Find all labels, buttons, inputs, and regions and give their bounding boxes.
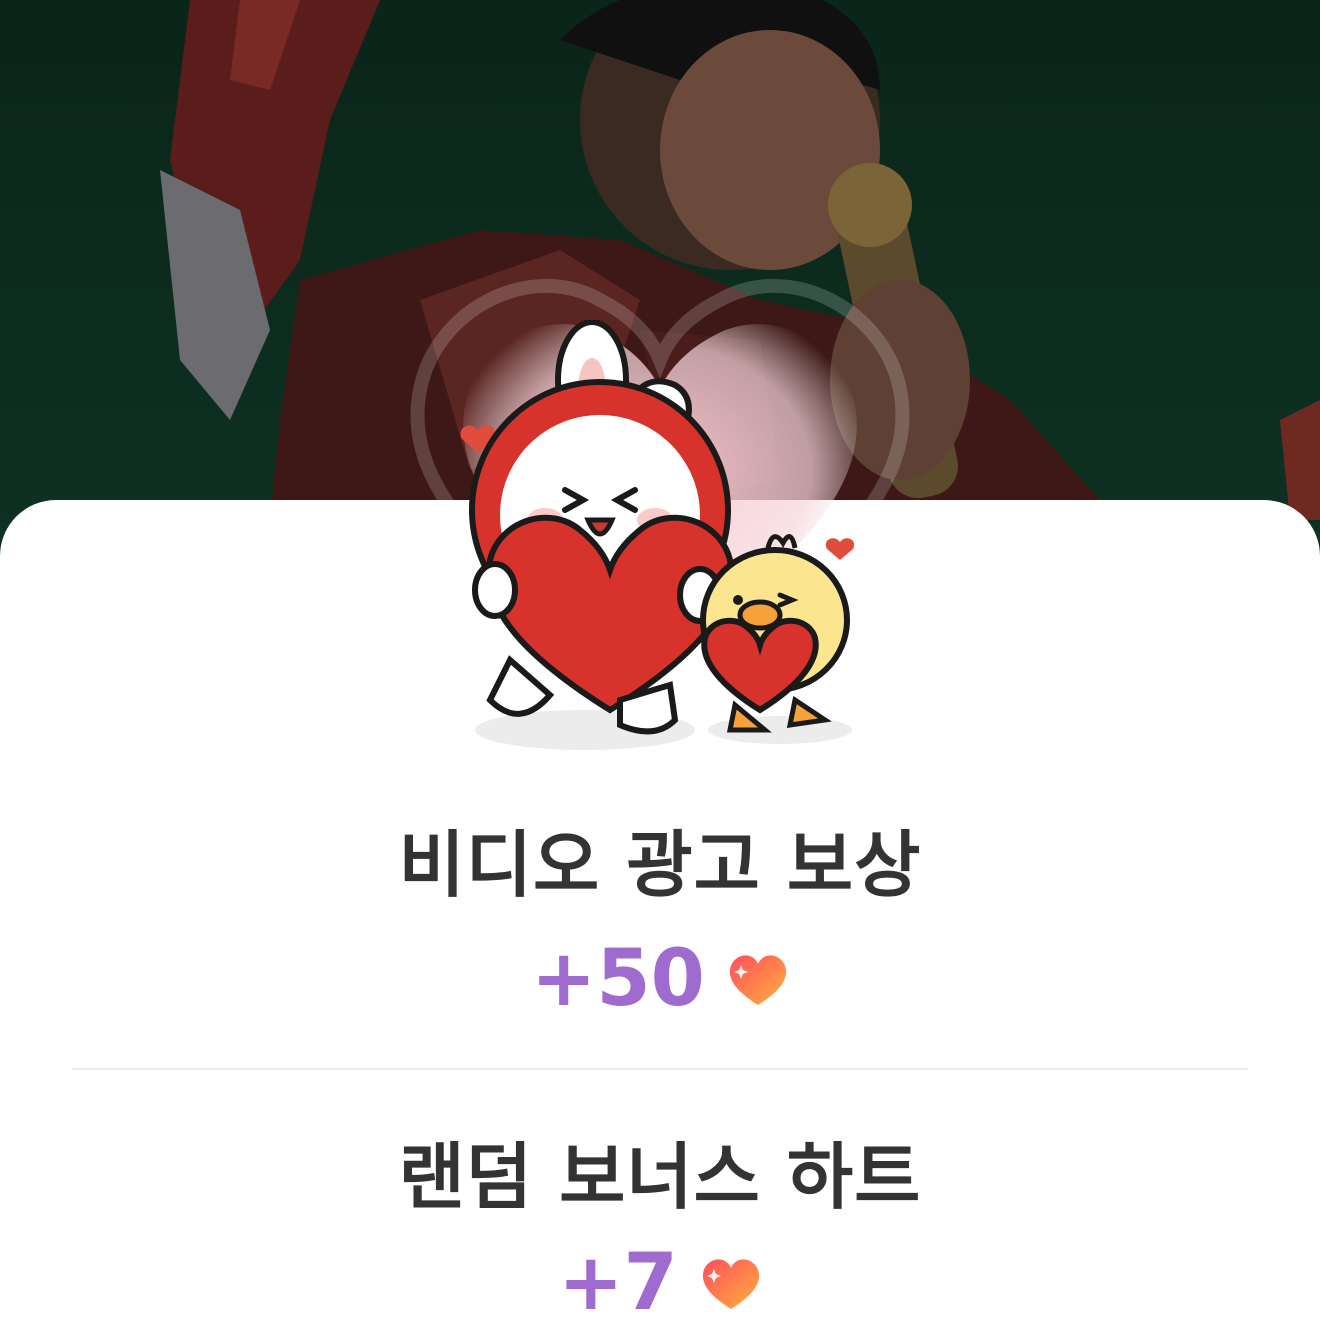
video-ad-reward-amount: +50: [531, 934, 705, 1024]
random-bonus-heart-amount-row: +7: [0, 1238, 1320, 1320]
heart-icon: [729, 955, 787, 1005]
reward-screen: 비디오 광고 보상 +50 랜덤 보너스 하트 +7: [0, 0, 1320, 1320]
heart-icon: [702, 1259, 759, 1309]
section-divider: [72, 1068, 1248, 1070]
random-bonus-heart-amount: +7: [558, 1238, 678, 1320]
video-ad-reward-amount-row: +50: [0, 934, 1320, 1024]
bunny-and-chick-mascots-icon: [460, 320, 855, 750]
random-bonus-heart-title: 랜덤 보너스 하트: [398, 1135, 922, 1219]
video-ad-reward-title: 비디오 광고 보상: [398, 823, 922, 907]
